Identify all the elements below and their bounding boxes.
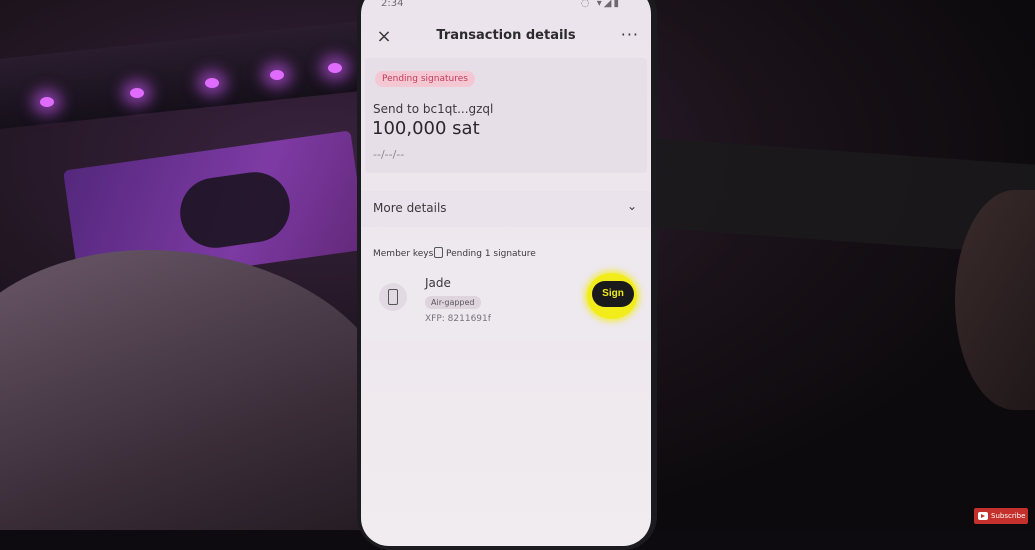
more-details-label: More details [373,201,447,215]
status-badge: Pending signatures [375,71,475,87]
transaction-summary: Pending signatures Send to bc1qt...gzql … [365,58,647,173]
pending-signature-icon [434,247,443,258]
led-light [40,97,54,107]
chevron-down-icon: ⌄ [626,199,637,213]
youtube-icon [978,512,988,520]
member-keys-label: Member keys [373,249,434,259]
transaction-date: --/--/-- [373,148,405,161]
led-light [130,88,144,98]
transaction-amount: 100,000 sat [372,118,480,139]
sign-button[interactable]: Sign [592,281,634,307]
pending-signature-text: Pending 1 signature [446,249,536,259]
app-header: × Transaction details ··· [361,22,651,54]
key-tag: Air-gapped [425,296,481,309]
more-options-icon[interactable]: ··· [621,25,639,44]
more-details-row[interactable]: More details ⌄ [361,191,651,227]
status-bar: 2:34 ◌ ▾◢▮ [381,0,631,12]
key-name: Jade [425,276,451,290]
phone-screen: 2:34 ◌ ▾◢▮ × Transaction details ··· Pen… [361,0,651,546]
subscribe-button[interactable]: Subscribe [974,508,1028,524]
status-time: 2:34 [381,0,404,9]
page-title: Transaction details [436,28,576,43]
key-fingerprint: XFP: 8211691f [425,314,491,324]
led-light [205,78,219,88]
led-light [270,70,284,80]
hardware-wallet-icon [379,283,407,311]
member-keys-section: Member keys Pending 1 signature Jade Air… [361,241,651,341]
status-icons: ◌ ▾◢▮ [580,0,621,9]
led-light [328,63,342,73]
subscribe-label: Subscribe [991,512,1026,520]
send-to-address: Send to bc1qt...gzql [373,102,494,116]
